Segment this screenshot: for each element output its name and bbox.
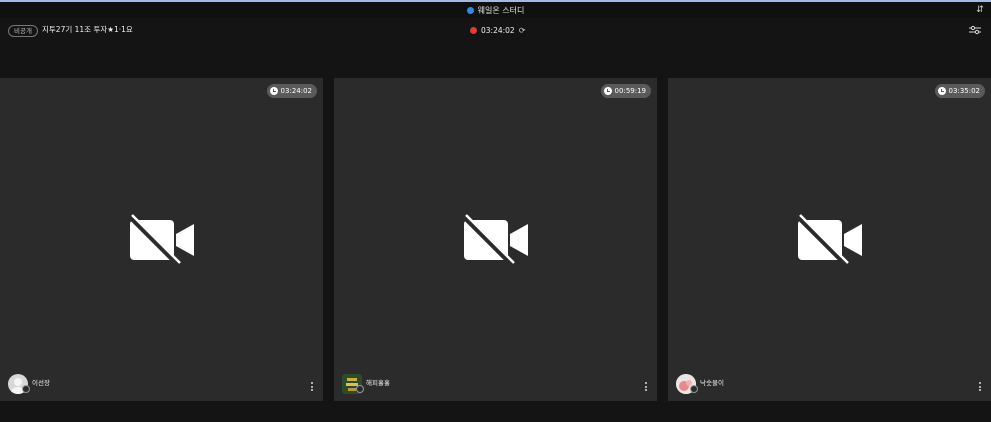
window-title: 웨일온 스터디 <box>477 5 525 15</box>
window-titlebar: 웨일온 스터디 ⇵ <box>0 2 991 18</box>
video-grid: 03:24:02 이선장 00:59:19 해피홀홀 03:35:02 낙숫물이 <box>0 78 991 401</box>
participant-tile[interactable]: 03:24:02 이선장 <box>0 78 323 401</box>
mic-muted-icon <box>356 385 364 393</box>
room-info-bar: 비공개 지투27기 11조 투자★1·1요 03:24:02 ⟳ <box>0 20 991 40</box>
camera-off-icon <box>127 213 194 266</box>
participant-timer: 03:24:02 <box>266 84 317 98</box>
participant-timer: 03:35:02 <box>934 84 985 98</box>
mic-muted-icon <box>22 385 30 393</box>
participant-tile[interactable]: 03:35:02 낙숫물이 <box>668 78 991 401</box>
more-vertical-icon[interactable] <box>311 382 314 392</box>
more-vertical-icon[interactable] <box>979 382 982 392</box>
participant-name: 낙숫물이 <box>700 379 724 387</box>
clock-icon <box>269 87 278 95</box>
participant-timer-text: 03:35:02 <box>948 87 980 95</box>
privacy-badge: 비공개 <box>8 25 38 37</box>
settings-sliders-icon[interactable] <box>969 25 981 35</box>
more-vertical-icon[interactable] <box>645 382 648 392</box>
camera-off-icon <box>461 213 528 266</box>
layout-toggle-icon[interactable]: ⇵ <box>975 5 985 15</box>
clock-icon <box>937 87 946 95</box>
participant-timer-text: 03:24:02 <box>280 87 312 95</box>
whale-logo-icon <box>466 6 474 14</box>
refresh-icon[interactable]: ⟳ <box>519 26 526 35</box>
participant-timer: 00:59:19 <box>600 84 651 98</box>
clock-icon <box>603 87 612 95</box>
room-name: 지투27기 11조 투자★1·1요 <box>42 25 133 34</box>
camera-off-icon <box>795 213 862 266</box>
participant-tile[interactable]: 00:59:19 해피홀홀 <box>334 78 657 401</box>
session-timer: 03:24:02 ⟳ <box>470 24 525 36</box>
participant-name: 해피홀홀 <box>366 379 390 387</box>
session-time: 03:24:02 <box>481 25 515 35</box>
recording-dot-icon <box>470 26 477 34</box>
participant-timer-text: 00:59:19 <box>614 87 646 95</box>
participant-name: 이선장 <box>32 379 50 387</box>
mic-muted-icon <box>690 385 698 393</box>
